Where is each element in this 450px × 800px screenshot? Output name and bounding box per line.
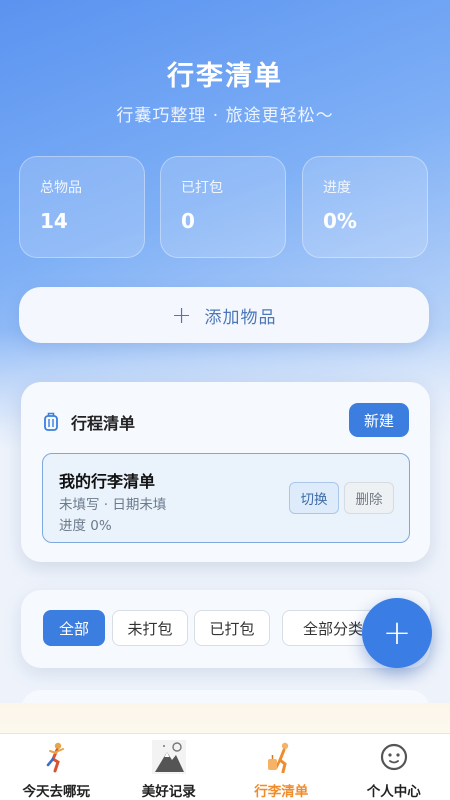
face-icon xyxy=(377,740,411,774)
stat-label: 进度 xyxy=(323,180,351,196)
add-item-button[interactable]: + 添加物品 xyxy=(19,287,429,343)
filter-chip-unpacked[interactable]: 未打包 xyxy=(112,610,188,646)
tab-label: 个人中心 xyxy=(366,784,421,800)
luggage-icon xyxy=(43,412,59,432)
trip-list-header: 行程清单 xyxy=(43,410,135,434)
trip-list-title: 行程清单 xyxy=(71,414,136,433)
stat-value: 14 xyxy=(40,209,68,233)
mountain-icon xyxy=(151,740,186,774)
stat-label: 已打包 xyxy=(181,180,223,196)
page-subtitle: 行囊巧整理 · 旅途更轻松～ xyxy=(116,106,334,126)
add-fab-button[interactable]: + xyxy=(362,598,432,668)
traveler-icon xyxy=(264,740,298,774)
tab-luggage[interactable]: 行李清单 xyxy=(225,734,338,800)
stat-label: 总物品 xyxy=(40,180,82,196)
tab-memories[interactable]: 美好记录 xyxy=(113,734,226,800)
stat-value: 0% xyxy=(323,209,357,233)
list-item-progress: 进度 0% xyxy=(59,518,112,534)
stat-card-packed: 已打包 0 xyxy=(160,156,286,258)
stat-card-total: 总物品 14 xyxy=(19,156,145,258)
delete-button[interactable]: 删除 xyxy=(344,482,394,514)
trip-list-card: 行程清单 新建 我的行李清单 未填写 · 日期未填 进度 0% 切换 删除 xyxy=(21,382,430,562)
tab-profile[interactable]: 个人中心 xyxy=(338,734,450,800)
tab-explore[interactable]: 今天去哪玩 xyxy=(0,734,113,800)
item-list-preview xyxy=(0,703,450,733)
filter-chip-all[interactable]: 全部 xyxy=(43,610,105,646)
tab-label: 今天去哪玩 xyxy=(22,784,91,800)
new-list-button[interactable]: 新建 xyxy=(349,403,409,437)
stat-value: 0 xyxy=(181,209,195,233)
list-item-meta: 未填写 · 日期未填 xyxy=(59,497,167,513)
tab-label: 美好记录 xyxy=(141,784,196,800)
add-item-label: 添加物品 xyxy=(204,307,277,328)
page-title: 行李清单 xyxy=(167,61,283,92)
stat-card-progress: 进度 0% xyxy=(302,156,428,258)
list-item[interactable]: 我的行李清单 未填写 · 日期未填 进度 0% 切换 删除 xyxy=(42,453,410,543)
list-item-name: 我的行李清单 xyxy=(59,472,156,491)
plus-icon: + xyxy=(171,301,193,329)
runner-icon xyxy=(39,740,73,774)
filter-chip-packed[interactable]: 已打包 xyxy=(194,610,270,646)
tab-label: 行李清单 xyxy=(254,784,309,800)
switch-button[interactable]: 切换 xyxy=(289,482,339,514)
plus-icon: + xyxy=(382,613,412,653)
bottom-tab-bar: 今天去哪玩 美好记录 行李清单 个人中心 xyxy=(0,733,450,800)
